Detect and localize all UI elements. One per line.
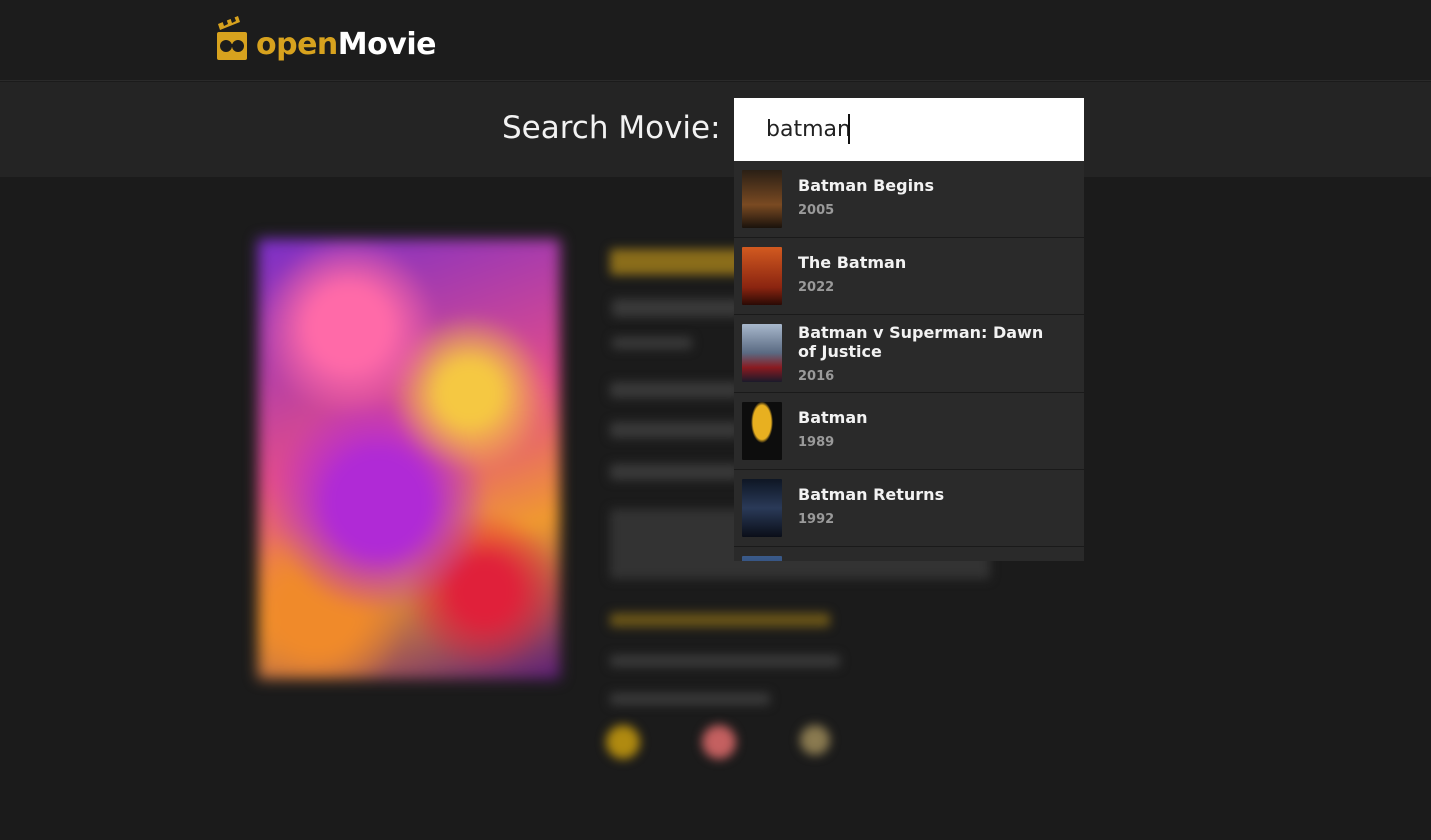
search-result-item[interactable]: The Batman 2022 (734, 238, 1084, 315)
result-title: Batman Returns (798, 485, 945, 504)
logo-word-movie: Movie (337, 26, 437, 62)
blurred-line (610, 382, 740, 398)
logo-wordmark: openMovie (256, 17, 436, 62)
blurred-line (610, 655, 840, 667)
result-year: 2022 (798, 280, 835, 295)
result-year: 2016 (798, 369, 835, 384)
result-poster (742, 479, 782, 537)
movie-poster-blurred (258, 239, 560, 679)
search-bar-section: Search Movie: (0, 82, 1431, 177)
search-result-item[interactable]: Batman Returns 1992 (734, 470, 1084, 547)
result-year: 1989 (798, 435, 835, 450)
result-poster (742, 324, 782, 382)
result-title: Batman v Superman: Dawn of Justice (798, 323, 1044, 361)
blurred-rating-icon (606, 725, 640, 759)
result-poster (742, 402, 782, 460)
result-title: The Batman (798, 253, 907, 272)
search-result-item[interactable]: Batman v Superman: Dawn of Justice 2016 (734, 315, 1084, 393)
result-poster (742, 556, 782, 561)
movie-detail-blurred (0, 177, 1431, 840)
result-title: Batman (798, 408, 868, 427)
blurred-line (610, 464, 740, 480)
result-year: 1992 (798, 512, 835, 527)
search-result-item-partial[interactable] (734, 547, 1084, 561)
result-poster (742, 170, 782, 228)
result-poster (742, 247, 782, 305)
blurred-rating-icon (800, 725, 830, 755)
search-input[interactable] (734, 98, 1084, 161)
text-caret (848, 114, 850, 144)
logo-word-open: open (256, 26, 338, 62)
blurred-rating-icon (702, 725, 736, 759)
search-result-item[interactable]: Batman Begins 2005 (734, 161, 1084, 238)
blurred-line (610, 613, 830, 627)
blurred-line (612, 299, 742, 317)
top-navbar: openMovie (0, 0, 1431, 81)
search-label: Search Movie: (502, 110, 721, 146)
search-input-wrapper (734, 98, 1084, 161)
blurred-line (610, 422, 740, 438)
blurred-line (612, 337, 692, 349)
blurred-title (610, 249, 750, 275)
blurred-line (610, 693, 770, 705)
search-result-item[interactable]: Batman 1989 (734, 393, 1084, 470)
clapperboard-icon (217, 16, 247, 60)
result-title: Batman Begins (798, 176, 934, 195)
search-results-dropdown: Batman Begins 2005 The Batman 2022 Batma… (734, 161, 1084, 561)
openmovie-logo[interactable]: openMovie (214, 8, 436, 70)
result-year: 2005 (798, 203, 835, 218)
